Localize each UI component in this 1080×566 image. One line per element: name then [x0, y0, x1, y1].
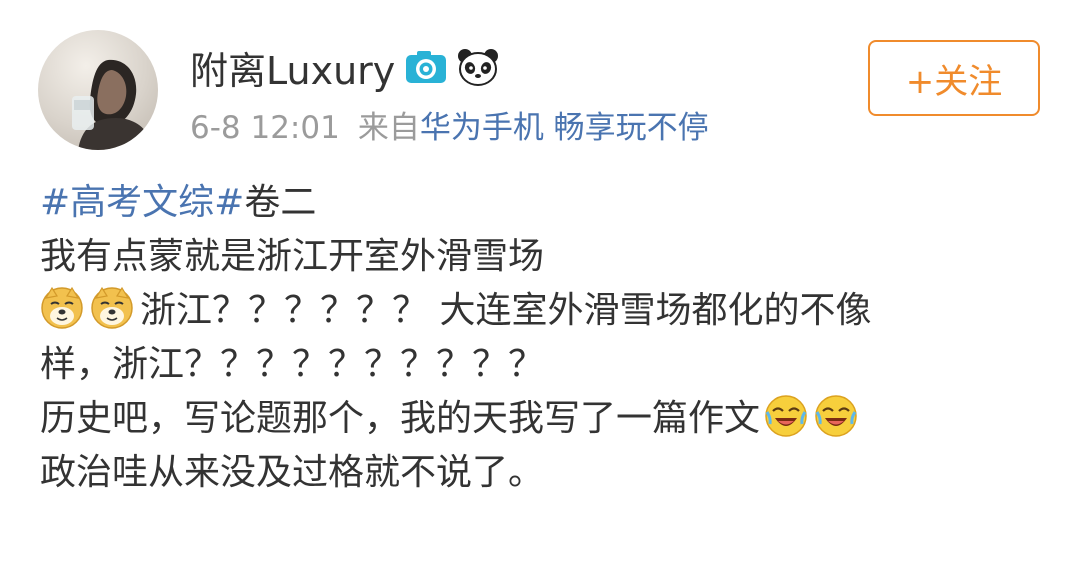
- content-text: 历史吧，写论题那个，我的天我写了一篇作文: [40, 398, 761, 439]
- content-text: 卷二: [244, 182, 317, 223]
- content-line: 我有点蒙就是浙江开室外滑雪场: [40, 236, 545, 277]
- camera-badge-icon: [405, 50, 447, 84]
- panda-badge-icon: [457, 48, 499, 86]
- content-line: 样，浙江？？？？？？？？？？: [40, 344, 545, 385]
- laugh-cry-emoji: [814, 394, 858, 438]
- content-line: 政治哇从来没及过格就不说了。: [40, 452, 545, 493]
- doge-emoji: [40, 286, 84, 330]
- doge-emoji: [90, 286, 134, 330]
- content-line: 历史吧，写论题那个，我的天我写了一篇作文: [40, 392, 1040, 446]
- laugh-cry-emoji: [764, 394, 808, 438]
- post-content: #高考文综#卷二 我有点蒙就是浙江开室外滑雪场 浙江？？？？？？ 大连室外滑雪场…: [40, 176, 1040, 500]
- content-line: #高考文综#卷二: [40, 176, 1040, 230]
- follow-button[interactable]: +关注: [868, 40, 1040, 116]
- avatar[interactable]: [38, 30, 158, 150]
- content-line: 浙江？？？？？？ 大连室外滑雪场都化的不像: [40, 284, 1040, 338]
- topic-link[interactable]: #高考文综#: [40, 182, 244, 223]
- from-label: 来自: [357, 110, 420, 146]
- post-meta: 6-8 12:01 来自华为手机 畅享玩不停: [190, 102, 709, 147]
- post-time: 6-8 12:01: [190, 110, 340, 146]
- username[interactable]: 附离Luxury: [190, 40, 395, 95]
- post-source-link[interactable]: 华为手机 畅享玩不停: [420, 110, 709, 146]
- user-header: 附离Luxury: [190, 40, 499, 94]
- content-text: 浙江？？？？？？ 大连室外滑雪场都化的不像: [140, 290, 872, 331]
